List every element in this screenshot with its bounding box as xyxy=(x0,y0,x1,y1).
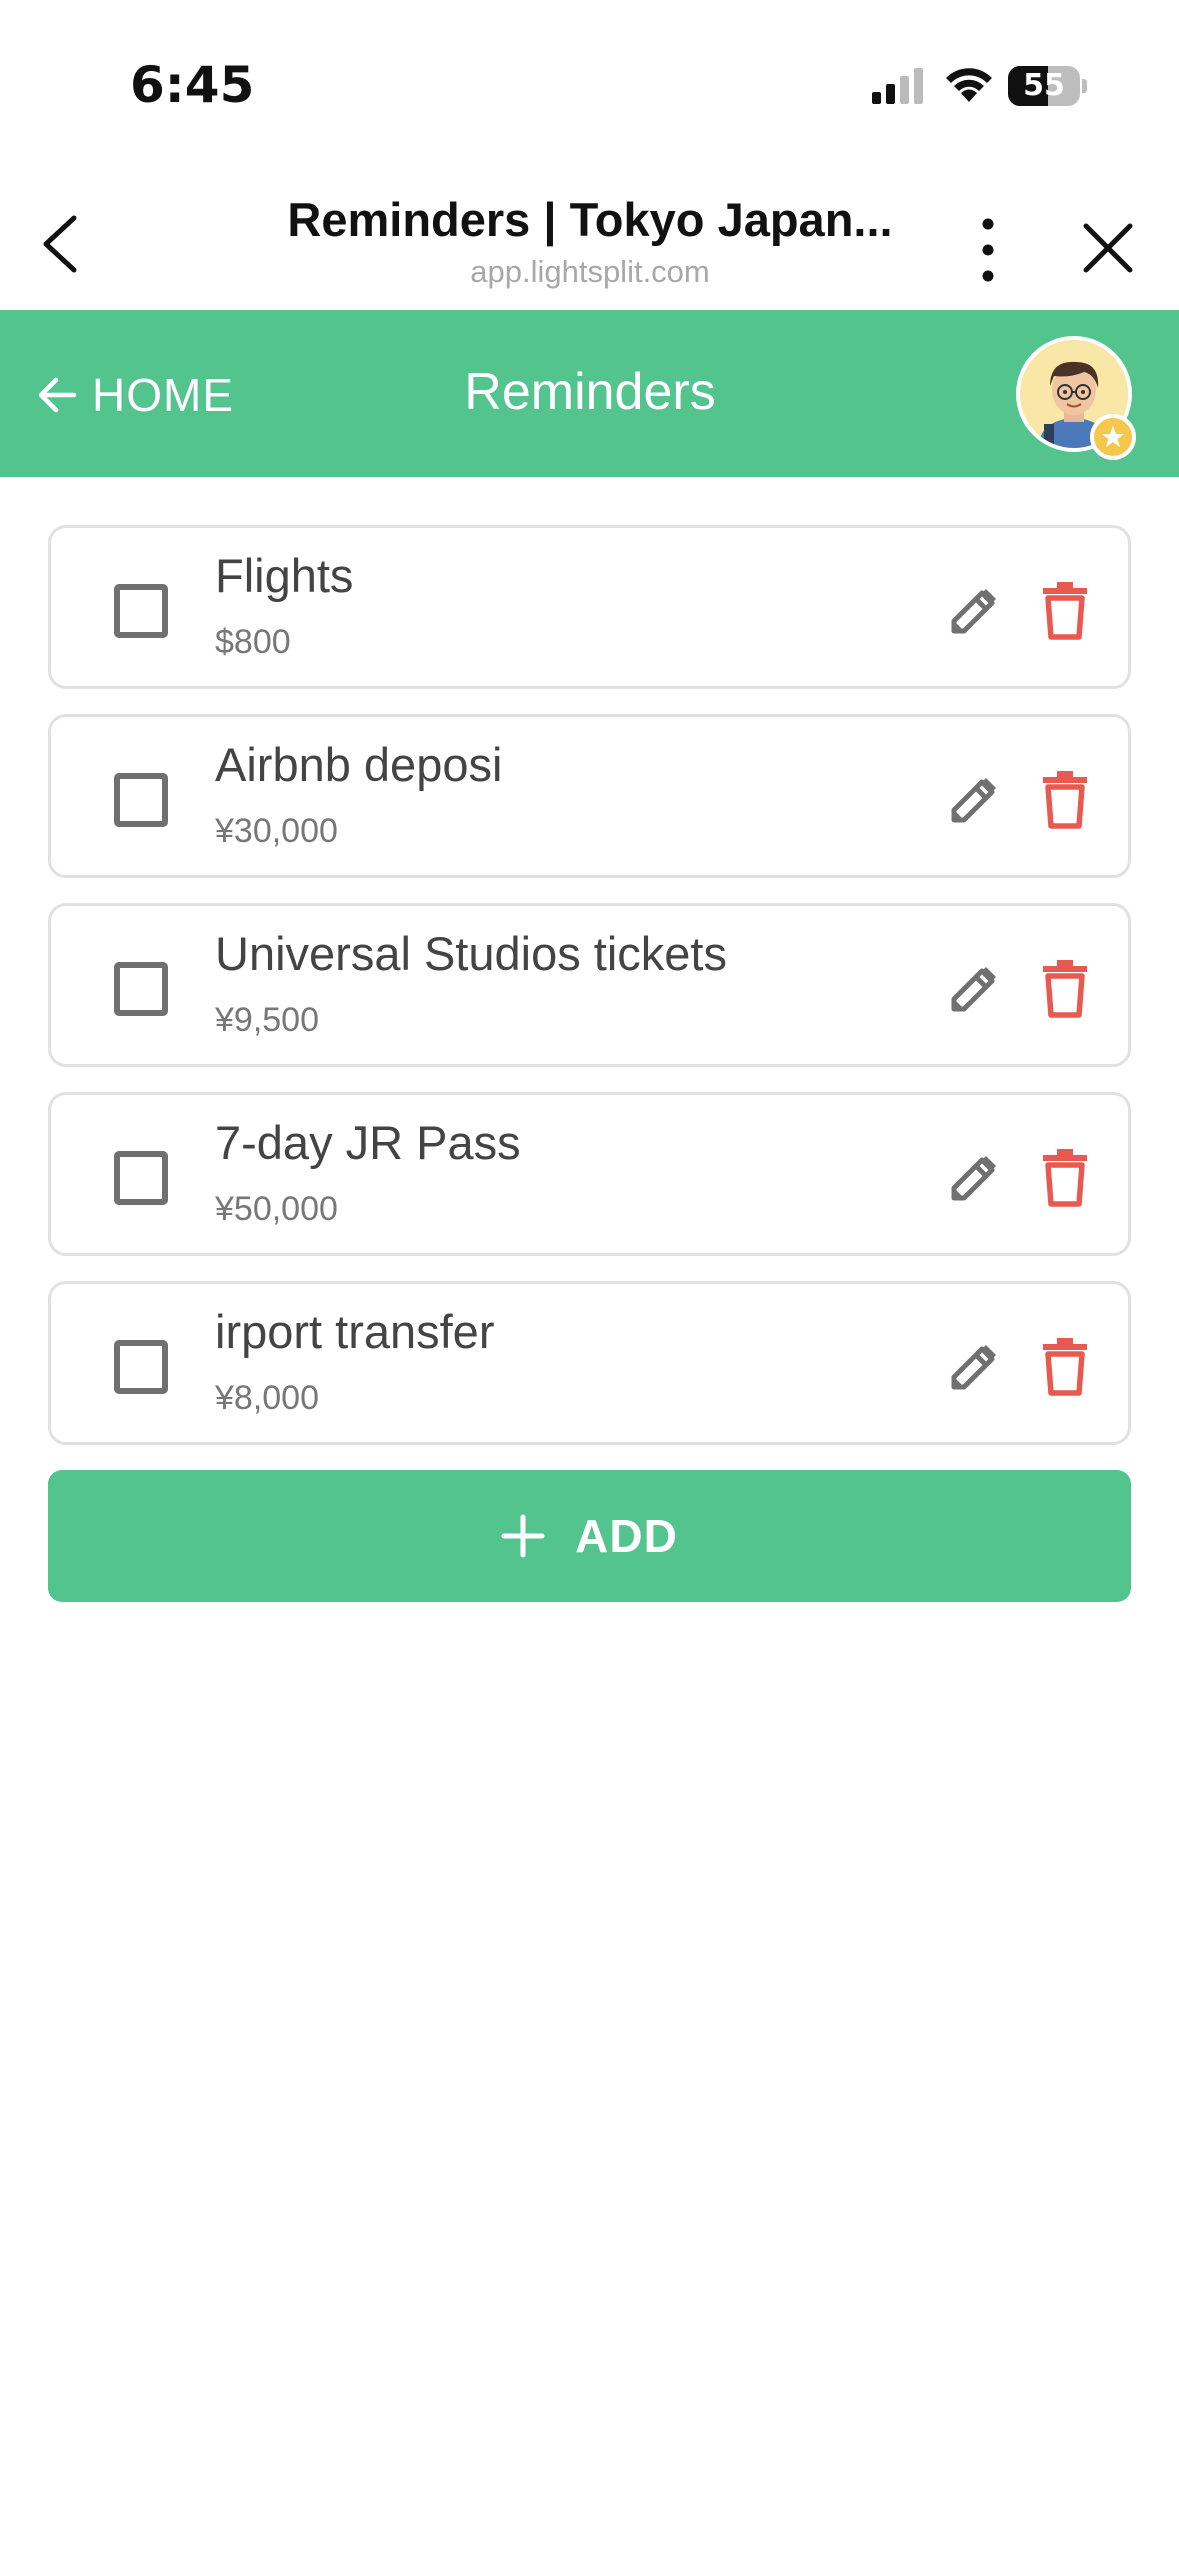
home-back-button[interactable]: HOME xyxy=(36,360,234,430)
reminder-name: 7-day JR Pass xyxy=(215,1116,521,1169)
reminder-name: Airbnb deposi xyxy=(215,738,503,791)
pencil-icon[interactable] xyxy=(946,961,1002,1017)
pencil-icon[interactable] xyxy=(946,583,1002,639)
add-button-label: ADD xyxy=(575,1510,678,1562)
battery-icon: 55 xyxy=(1008,66,1087,106)
reminder-checkbox[interactable] xyxy=(114,773,168,827)
reminder-amount: ¥50,000 xyxy=(215,1190,338,1228)
reminders-list: Flights $800 Airbnb deposi ¥30,000 Unive… xyxy=(48,525,1131,1470)
reminder-amount: ¥8,000 xyxy=(215,1379,319,1417)
app-header: HOME Reminders xyxy=(0,310,1179,477)
pencil-icon[interactable] xyxy=(946,1339,1002,1395)
trash-icon[interactable] xyxy=(1041,769,1089,829)
reminder-item: Universal Studios tickets ¥9,500 xyxy=(48,903,1131,1067)
home-label: HOME xyxy=(92,369,234,421)
reminder-item: irport transfer ¥8,000 xyxy=(48,1281,1131,1445)
reminder-checkbox[interactable] xyxy=(114,1340,168,1394)
more-vertical-icon[interactable] xyxy=(970,210,1006,290)
reminder-item: Flights $800 xyxy=(48,525,1131,689)
battery-level: 55 xyxy=(1023,68,1065,103)
pencil-icon[interactable] xyxy=(946,772,1002,828)
status-time: 6:45 xyxy=(130,56,255,114)
page-title: Reminders xyxy=(464,363,716,421)
browser-url: app.lightsplit.com xyxy=(470,254,710,289)
arrow-left-icon xyxy=(38,377,77,413)
reminder-name: Universal Studios tickets xyxy=(215,927,727,980)
trash-icon[interactable] xyxy=(1041,1336,1089,1396)
chevron-left-icon[interactable] xyxy=(34,212,90,276)
signal-icon xyxy=(872,68,923,104)
reminder-checkbox[interactable] xyxy=(114,1151,168,1205)
reminder-amount: $800 xyxy=(215,623,291,661)
reminder-amount: ¥9,500 xyxy=(215,1001,319,1039)
wifi-icon xyxy=(946,68,992,102)
add-reminder-button[interactable]: ADD xyxy=(48,1470,1131,1602)
reminder-checkbox[interactable] xyxy=(114,584,168,638)
pencil-icon[interactable] xyxy=(946,1150,1002,1206)
plus-icon xyxy=(501,1514,545,1558)
star-badge-icon xyxy=(1090,414,1136,460)
trash-icon[interactable] xyxy=(1041,958,1089,1018)
trash-icon[interactable] xyxy=(1041,1147,1089,1207)
trash-icon[interactable] xyxy=(1041,580,1089,640)
reminder-amount: ¥30,000 xyxy=(215,812,338,850)
browser-page-title: Reminders | Tokyo Japan... xyxy=(287,193,893,246)
close-icon[interactable] xyxy=(1080,220,1136,276)
reminder-name: irport transfer xyxy=(215,1305,495,1358)
status-bar: 6:45 55 xyxy=(0,0,1179,150)
browser-toolbar: Reminders | Tokyo Japan... app.lightspli… xyxy=(0,150,1179,310)
reminder-item: Airbnb deposi ¥30,000 xyxy=(48,714,1131,878)
reminder-name: Flights xyxy=(215,549,354,602)
reminder-checkbox[interactable] xyxy=(114,962,168,1016)
reminder-item: 7-day JR Pass ¥50,000 xyxy=(48,1092,1131,1256)
